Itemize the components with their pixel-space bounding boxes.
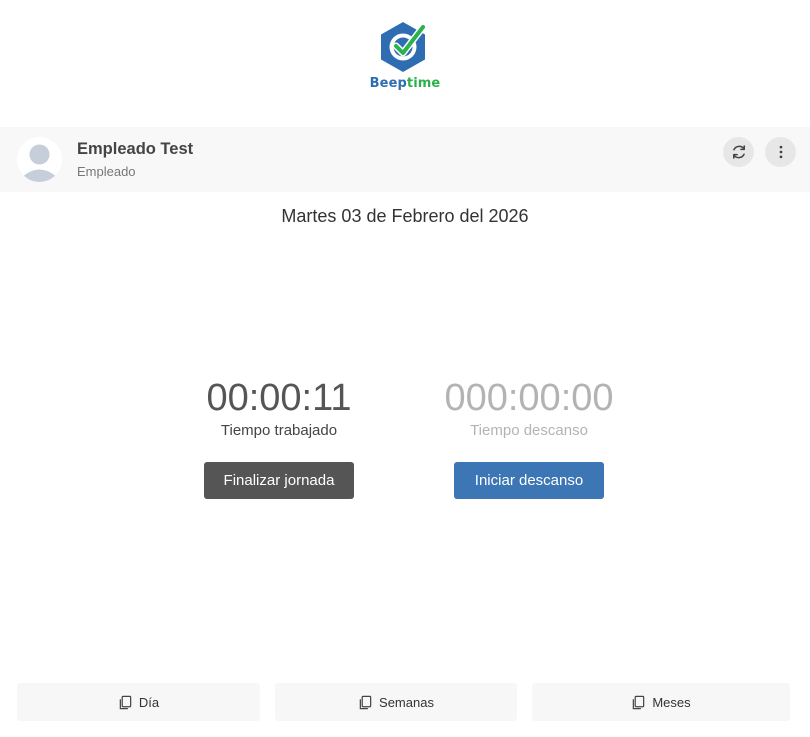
- more-options-button[interactable]: [765, 137, 796, 167]
- worked-timer: 00:00:11 Tiempo trabajado: [154, 376, 404, 439]
- user-role: Empleado: [77, 164, 136, 179]
- end-day-button[interactable]: Finalizar jornada: [204, 462, 354, 499]
- worked-time-value: 00:00:11: [206, 377, 352, 419]
- more-vertical-icon: [779, 145, 782, 159]
- tab-weeks[interactable]: Semanas: [275, 683, 517, 721]
- start-break-button[interactable]: Iniciar descanso: [454, 462, 604, 499]
- break-time-value: 000:00:00: [444, 377, 614, 419]
- copy-icon: [633, 695, 645, 709]
- brand-name-part2: time: [406, 76, 441, 91]
- copy-icon: [119, 695, 132, 709]
- tab-weeks-label: Semanas: [379, 694, 434, 710]
- tab-months[interactable]: Meses: [532, 683, 790, 721]
- brand-name-part1: Beep: [369, 76, 407, 91]
- beeptime-logo-icon: [381, 22, 427, 72]
- current-date: Martes 03 de Febrero del 2026: [281, 206, 529, 226]
- break-time-label: Tiempo descanso: [470, 422, 588, 439]
- tab-day[interactable]: Día: [17, 683, 260, 721]
- refresh-icon: [732, 145, 745, 159]
- user-header: Empleado Test Empleado: [0, 127, 810, 192]
- copy-icon: [359, 695, 372, 709]
- tab-day-label: Día: [138, 694, 160, 710]
- refresh-button[interactable]: [723, 137, 754, 167]
- brand-name: Beeptime: [370, 76, 441, 91]
- user-avatar-icon: [22, 144, 57, 182]
- user-name: Empleado Test: [77, 140, 194, 158]
- tab-months-label: Meses: [652, 694, 691, 710]
- avatar: [17, 137, 62, 182]
- worked-time-label: Tiempo trabajado: [220, 422, 338, 439]
- break-timer: 000:00:00 Tiempo descanso: [404, 376, 654, 439]
- beeptime-logo: Beeptime: [0, 20, 810, 91]
